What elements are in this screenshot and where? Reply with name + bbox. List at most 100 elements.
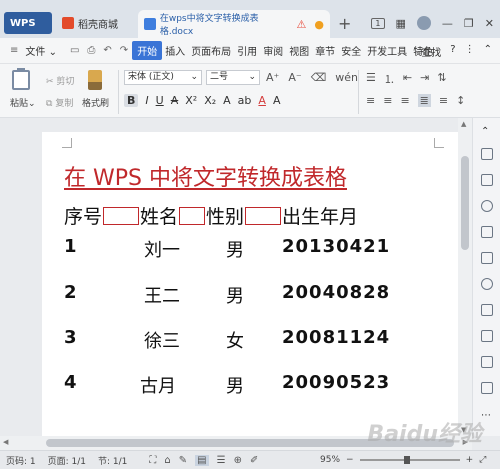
cut-button[interactable]: ✂ 剪切 bbox=[46, 74, 74, 87]
open-icon[interactable]: ▭ bbox=[66, 45, 83, 56]
file-menu[interactable]: 文件 ⌄ bbox=[22, 43, 60, 58]
numbered-list-icon[interactable]: ⒈ bbox=[384, 71, 395, 87]
cut-label: 剪切 bbox=[56, 77, 75, 87]
tab-page-layout[interactable]: 页面布局 bbox=[188, 43, 234, 58]
wps-home-tab[interactable]: WPS bbox=[4, 12, 52, 34]
page-view-icon[interactable]: ▤ bbox=[195, 454, 209, 466]
zoom-slider-knob[interactable] bbox=[403, 456, 410, 464]
sort-icon[interactable]: ⇅ bbox=[437, 71, 446, 87]
char-border-icon[interactable]: A bbox=[223, 94, 231, 107]
web-view-icon[interactable]: ⊕ bbox=[234, 455, 242, 466]
scroll-left-icon[interactable]: ◀ bbox=[3, 438, 8, 446]
align-left-icon[interactable]: ≡ bbox=[366, 94, 375, 107]
more-sidebar-icon[interactable]: ⋯ bbox=[481, 410, 493, 422]
row-birth: 20090523 bbox=[282, 372, 391, 393]
comment-icon[interactable] bbox=[481, 330, 493, 342]
shrink-font-icon[interactable]: A⁻ bbox=[288, 71, 301, 84]
tab-home[interactable]: 开始 bbox=[132, 41, 163, 60]
strikethrough-button[interactable]: A bbox=[171, 94, 179, 107]
tab-review[interactable]: 审阅 bbox=[260, 43, 286, 58]
read-view-icon[interactable]: ✐ bbox=[250, 455, 258, 466]
share-icon[interactable] bbox=[481, 304, 493, 316]
underline-button[interactable]: U bbox=[156, 94, 164, 107]
collapse-ribbon-icon[interactable]: ⌃ bbox=[484, 44, 492, 59]
unsaved-dot-icon[interactable]: ● bbox=[314, 18, 324, 31]
pen-icon[interactable]: ✎ bbox=[179, 455, 187, 466]
page-count-status[interactable]: 页面: 1/1 bbox=[48, 454, 86, 467]
tab-references[interactable]: 引用 bbox=[234, 43, 260, 58]
char-shading-icon[interactable]: A bbox=[273, 94, 281, 107]
store-tab[interactable]: 稻壳商城 bbox=[56, 12, 136, 34]
style-icon[interactable] bbox=[481, 174, 493, 186]
fit-icon[interactable]: ⤢ bbox=[479, 455, 486, 465]
decrease-indent-icon[interactable]: ⇤ bbox=[403, 71, 412, 87]
format-painter-icon[interactable] bbox=[88, 70, 102, 90]
line-spacing-icon[interactable]: ↕ bbox=[456, 94, 465, 107]
maximize-icon[interactable]: ❐ bbox=[464, 17, 474, 30]
justify-icon[interactable]: ≣ bbox=[417, 94, 431, 107]
increase-indent-icon[interactable]: ⇥ bbox=[420, 71, 429, 87]
italic-button[interactable]: I bbox=[145, 94, 148, 107]
highlight-icon[interactable]: ab bbox=[238, 94, 252, 107]
grid-icon[interactable]: ▦ bbox=[396, 17, 406, 30]
scroll-up-icon[interactable]: ▲ bbox=[461, 120, 466, 128]
search-button[interactable]: ⌕查找 bbox=[416, 44, 442, 59]
zoom-out-icon[interactable]: − bbox=[346, 455, 354, 465]
help-button[interactable]: ? bbox=[450, 44, 455, 59]
format-painter-button[interactable]: 格式刷 bbox=[82, 96, 109, 109]
list-item: 1 刘一 男 20130421 bbox=[64, 236, 444, 261]
redo-icon[interactable]: ↷ bbox=[116, 45, 132, 56]
print-icon[interactable]: ⎙ bbox=[83, 45, 99, 56]
row-number: 4 bbox=[64, 372, 77, 393]
pinyin-icon[interactable]: wén bbox=[335, 71, 358, 84]
fullscreen-icon[interactable]: ⛶ bbox=[149, 455, 156, 466]
paste-icon[interactable] bbox=[12, 68, 30, 90]
zoom-slider[interactable] bbox=[359, 456, 460, 464]
align-right-icon[interactable]: ≡ bbox=[400, 94, 409, 107]
more-icon[interactable]: ⋮ bbox=[465, 44, 475, 59]
document-tab[interactable]: 在wps中将文字转换成表格.docx ⚠ ● bbox=[138, 10, 330, 38]
tab-developer[interactable]: 开发工具 bbox=[364, 43, 410, 58]
section-status[interactable]: 节: 1/1 bbox=[98, 454, 127, 467]
new-tab-button[interactable]: + bbox=[338, 14, 351, 33]
edit-icon[interactable] bbox=[481, 148, 493, 160]
document-page[interactable]: 在 WPS 中将文字转换成表格 序号 姓名 性别 出生年月 1 刘一 男 201… bbox=[42, 132, 458, 436]
grow-font-icon[interactable]: A⁺ bbox=[266, 71, 279, 84]
align-center-icon[interactable]: ≡ bbox=[383, 94, 392, 107]
undo-icon[interactable]: ↶ bbox=[99, 45, 115, 56]
paste-button[interactable]: 粘贴⌄ bbox=[10, 96, 36, 109]
copy-button[interactable]: ⧉ 复制 bbox=[46, 96, 73, 109]
font-size-select[interactable]: 二号 ⌄ bbox=[206, 70, 260, 85]
outline-view-icon[interactable]: ☰ bbox=[217, 455, 226, 466]
menu-hamburger-icon[interactable]: ≡ bbox=[6, 45, 22, 56]
font-color-button[interactable]: A bbox=[258, 94, 266, 107]
collapse-sidebar-icon[interactable]: ⌃ bbox=[481, 126, 493, 138]
distribute-icon[interactable]: ≡ bbox=[439, 94, 448, 107]
layout-icon[interactable] bbox=[481, 252, 493, 264]
subscript-button[interactable]: X₂ bbox=[204, 94, 216, 107]
page-number-status[interactable]: 页码: 1 bbox=[6, 454, 36, 467]
vertical-scroll-thumb[interactable] bbox=[461, 156, 469, 250]
workspace-badge[interactable]: 1 bbox=[371, 17, 385, 29]
protect-icon[interactable]: ⌂ bbox=[164, 455, 170, 466]
zoom-in-icon[interactable]: + bbox=[466, 455, 474, 465]
close-icon[interactable]: ✕ bbox=[485, 17, 494, 30]
shape-icon[interactable] bbox=[481, 200, 493, 212]
library-icon[interactable] bbox=[481, 356, 493, 368]
settings-icon[interactable] bbox=[481, 226, 493, 238]
navigation-icon[interactable] bbox=[481, 278, 493, 290]
bullet-list-icon[interactable]: ☰ bbox=[366, 71, 376, 87]
tab-section[interactable]: 章节 bbox=[312, 43, 338, 58]
backup-icon[interactable] bbox=[481, 382, 493, 394]
tab-view[interactable]: 视图 bbox=[286, 43, 312, 58]
superscript-button[interactable]: X² bbox=[185, 94, 197, 107]
font-name-select[interactable]: 宋体 (正文) ⌄ bbox=[124, 70, 202, 85]
minimize-icon[interactable]: — bbox=[442, 17, 453, 30]
zoom-level[interactable]: 95% bbox=[320, 455, 340, 465]
avatar[interactable] bbox=[416, 16, 431, 30]
tab-insert[interactable]: 插入 bbox=[162, 43, 188, 58]
clear-format-icon[interactable]: ⌫ bbox=[311, 71, 327, 84]
vertical-scrollbar[interactable]: ▲ ▼ bbox=[458, 118, 472, 436]
tab-security[interactable]: 安全 bbox=[338, 43, 364, 58]
bold-button[interactable]: B bbox=[124, 94, 139, 107]
